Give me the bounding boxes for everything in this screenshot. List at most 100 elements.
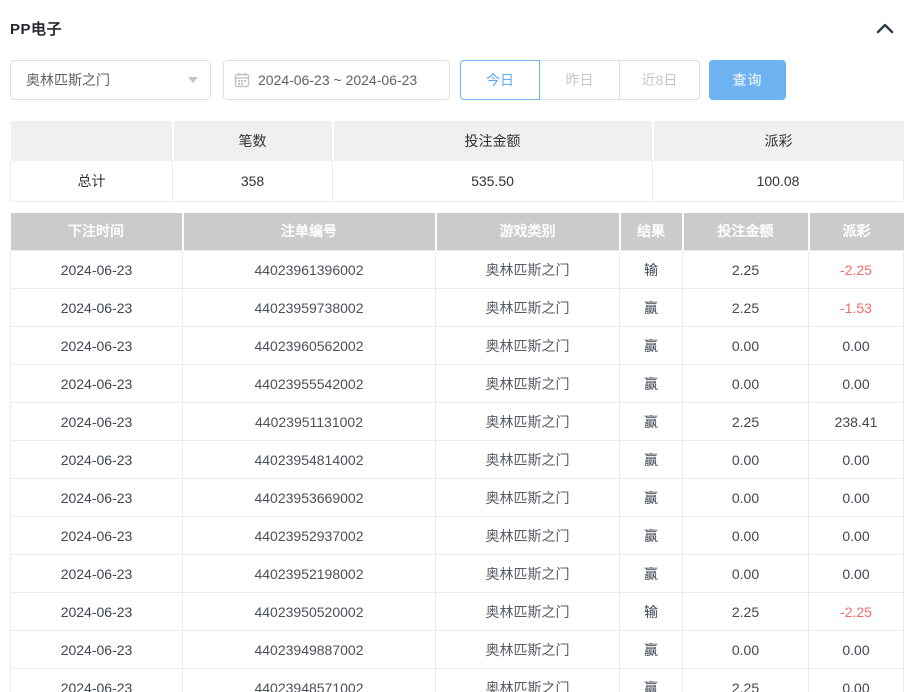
summary-header-empty [11,121,173,161]
payout-cell: -1.53 [809,289,904,327]
column-header-game: 游戏类别 [436,213,620,251]
column-header-result: 结果 [620,213,683,251]
bet-amount-cell: 0.00 [683,479,809,517]
order-id-cell: 44023960562002 [183,327,436,365]
payout-cell: 0.00 [809,555,904,593]
summary-header-row: 笔数 投注金额 派彩 [11,121,904,161]
bet-time-cell: 2024-06-23 [11,403,183,441]
game-category-cell: 奥林匹斯之门 [436,251,620,289]
game-category-cell: 奥林匹斯之门 [436,327,620,365]
game-category-cell: 奥林匹斯之门 [436,403,620,441]
table-row: 2024-06-23 44023948571002 奥林匹斯之门 赢 2.25 … [11,669,904,692]
game-category-cell: 奥林匹斯之门 [436,669,620,692]
game-select[interactable]: 奥林匹斯之门 [10,60,211,100]
result-cell: 输 [620,593,683,631]
order-id-cell: 44023959738002 [183,289,436,327]
bets-header-row: 下注时间 注单编号 游戏类别 结果 投注金额 派彩 [11,213,904,251]
game-category-cell: 奥林匹斯之门 [436,479,620,517]
column-header-bet-time: 下注时间 [11,213,183,251]
table-row: 2024-06-23 44023955542002 奥林匹斯之门 赢 0.00 … [11,365,904,403]
payout-cell: 0.00 [809,441,904,479]
query-button[interactable]: 查询 [709,60,786,100]
order-id-cell: 44023953669002 [183,479,436,517]
bet-time-cell: 2024-06-23 [11,669,183,692]
result-cell: 赢 [620,289,683,327]
bet-amount-cell: 2.25 [683,403,809,441]
date-range-value: 2024-06-23 ~ 2024-06-23 [258,72,417,88]
bet-amount-cell: 0.00 [683,631,809,669]
order-id-cell: 44023961396002 [183,251,436,289]
result-cell: 赢 [620,631,683,669]
table-row: 2024-06-23 44023953669002 奥林匹斯之门 赢 0.00 … [11,479,904,517]
table-row: 2024-06-23 44023950520002 奥林匹斯之门 输 2.25 … [11,593,904,631]
table-row: 2024-06-23 44023952198002 奥林匹斯之门 赢 0.00 … [11,555,904,593]
payout-cell: 0.00 [809,365,904,403]
calendar-icon [234,72,250,88]
column-header-payout: 派彩 [809,213,904,251]
result-cell: 赢 [620,365,683,403]
payout-cell: 0.00 [809,517,904,555]
table-row: 2024-06-23 44023959738002 奥林匹斯之门 赢 2.25 … [11,289,904,327]
game-category-cell: 奥林匹斯之门 [436,289,620,327]
table-row: 2024-06-23 44023952937002 奥林匹斯之门 赢 0.00 … [11,517,904,555]
table-row: 2024-06-23 44023951131002 奥林匹斯之门 赢 2.25 … [11,403,904,441]
summary-bet-amount-value: 535.50 [333,161,653,201]
date-range-picker[interactable]: 2024-06-23 ~ 2024-06-23 [223,60,450,100]
quick-filter-last8days-button[interactable]: 近8日 [620,60,700,100]
game-category-cell: 奥林匹斯之门 [436,631,620,669]
order-id-cell: 44023948571002 [183,669,436,692]
quick-filter-group: 今日 昨日 近8日 [460,60,700,100]
bet-amount-cell: 0.00 [683,441,809,479]
bet-amount-cell: 2.25 [683,289,809,327]
game-category-cell: 奥林匹斯之门 [436,517,620,555]
collapse-button[interactable] [873,16,897,40]
quick-filter-yesterday-button[interactable]: 昨日 [540,60,620,100]
bet-amount-cell: 2.25 [683,251,809,289]
bet-amount-cell: 0.00 [683,517,809,555]
filter-bar: 奥林匹斯之门 2024-06-23 ~ 2024-06-23 [10,60,903,100]
summary-table: 笔数 投注金额 派彩 总计 358 535.50 100.08 [10,121,904,202]
result-cell: 赢 [620,517,683,555]
result-cell: 赢 [620,403,683,441]
table-row: 2024-06-23 44023954814002 奥林匹斯之门 赢 0.00 … [11,441,904,479]
column-header-bet-amount: 投注金额 [683,213,809,251]
payout-cell: -2.25 [809,251,904,289]
panel-header: PP电子 [10,0,903,40]
result-cell: 赢 [620,669,683,692]
game-select-value: 奥林匹斯之门 [26,70,110,90]
chevron-up-icon [876,22,894,34]
bet-time-cell: 2024-06-23 [11,555,183,593]
table-row: 2024-06-23 44023960562002 奥林匹斯之门 赢 0.00 … [11,327,904,365]
bet-amount-cell: 0.00 [683,365,809,403]
payout-cell: 0.00 [809,669,904,692]
bet-time-cell: 2024-06-23 [11,593,183,631]
bet-amount-cell: 0.00 [683,327,809,365]
bet-time-cell: 2024-06-23 [11,289,183,327]
order-id-cell: 44023950520002 [183,593,436,631]
game-category-cell: 奥林匹斯之门 [436,593,620,631]
summary-header-payout: 派彩 [653,121,904,161]
bet-time-cell: 2024-06-23 [11,327,183,365]
payout-cell: 0.00 [809,327,904,365]
summary-payout-value: 100.08 [653,161,904,201]
bet-amount-cell: 2.25 [683,669,809,692]
game-category-cell: 奥林匹斯之门 [436,365,620,403]
game-category-cell: 奥林匹斯之门 [436,555,620,593]
bet-time-cell: 2024-06-23 [11,631,183,669]
order-id-cell: 44023949887002 [183,631,436,669]
bet-amount-cell: 2.25 [683,593,809,631]
result-cell: 赢 [620,479,683,517]
bet-time-cell: 2024-06-23 [11,441,183,479]
summary-header-bet-amount: 投注金额 [333,121,653,161]
payout-cell: 0.00 [809,479,904,517]
caret-down-icon [188,77,198,83]
quick-filter-today-button[interactable]: 今日 [460,60,540,100]
summary-count-value: 358 [173,161,333,201]
order-id-cell: 44023954814002 [183,441,436,479]
game-category-cell: 奥林匹斯之门 [436,441,620,479]
result-cell: 赢 [620,441,683,479]
order-id-cell: 44023952937002 [183,517,436,555]
payout-cell: 238.41 [809,403,904,441]
page-title: PP电子 [10,18,62,39]
pp-games-panel: PP电子 奥林匹斯之门 [0,0,911,692]
